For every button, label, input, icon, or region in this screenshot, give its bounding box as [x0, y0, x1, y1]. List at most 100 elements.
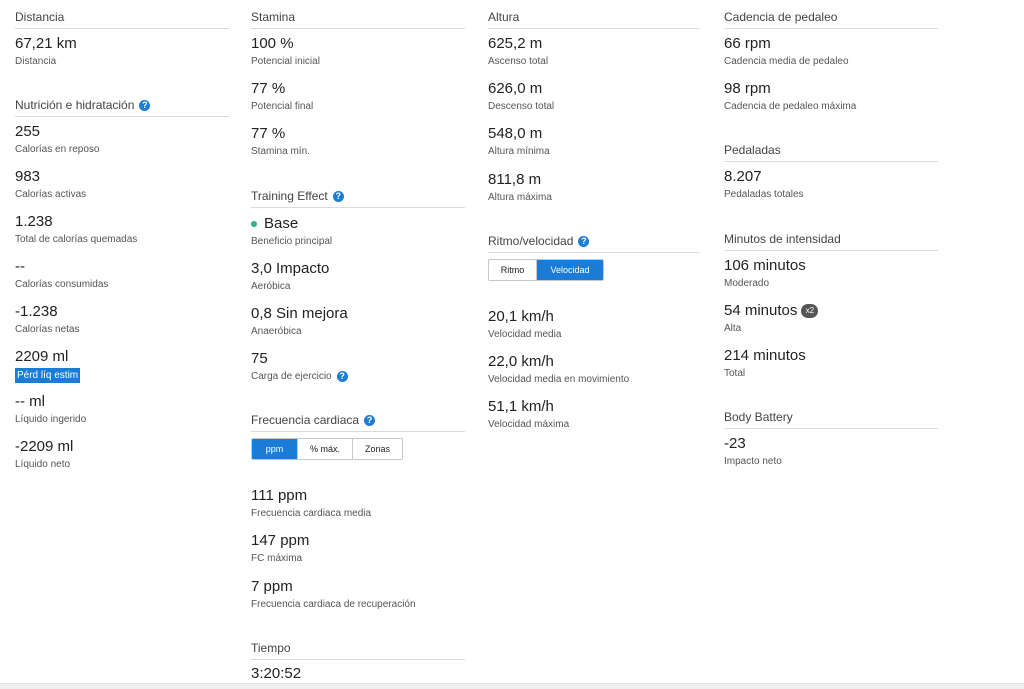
stat-calorias-netas: -1.238 Calorías netas — [15, 303, 79, 336]
section-header-altura: Altura — [488, 10, 700, 29]
stat-calorias-total: 1.238 Total de calorías quemadas — [15, 213, 137, 246]
stat-label: FC máxima — [251, 553, 303, 564]
stat-value: 111 ppm — [251, 487, 308, 504]
stat-aerobica: 3,0 Impacto Aeróbica — [251, 260, 329, 293]
stat-value: 8.207 — [724, 168, 762, 185]
base-dot-icon — [251, 221, 257, 227]
section-title: Stamina — [251, 10, 296, 24]
stat-value: -- — [15, 258, 25, 275]
section-title: Nutrición e hidratación — [15, 98, 135, 112]
tab-ritmo[interactable]: Ritmo — [489, 260, 537, 280]
stat-value: 548,0 m — [488, 125, 543, 142]
help-icon[interactable]: ? — [336, 371, 348, 382]
tab-ppm[interactable]: ppm — [252, 439, 298, 459]
cadencia-section: Cadencia de pedaleo — [724, 10, 938, 29]
altura-section: Altura — [488, 10, 700, 29]
stat-altura-maxima: 811,8 m Altura máxima — [488, 171, 552, 204]
help-icon[interactable]: ? — [332, 191, 344, 202]
stat-impacto-neto: -23 Impacto neto — [724, 435, 782, 468]
help-icon[interactable]: ? — [578, 236, 590, 247]
x2-badge: x2 — [801, 304, 819, 318]
stat-stamina-min: 77 % Stamina mín. — [251, 125, 310, 158]
stamina-section: Stamina — [251, 10, 465, 29]
stat-value: 98 rpm — [724, 80, 771, 97]
stat-label: Potencial inicial — [251, 56, 320, 67]
fc-unit-toggle: ppm % máx. Zonas — [251, 438, 403, 460]
section-title: Body Battery — [724, 410, 793, 424]
help-icon[interactable]: ? — [364, 415, 376, 426]
stat-label-selected: Pérd líq estim — [15, 368, 81, 383]
section-title: Tiempo — [251, 641, 291, 655]
stat-value: 1.238 — [15, 213, 53, 230]
stat-value: 75 — [251, 350, 268, 367]
stat-value: 3:20:52 — [251, 665, 302, 682]
bottom-scroll-edge — [0, 683, 1024, 689]
stat-label: Frecuencia cardiaca media — [251, 508, 372, 519]
stat-tiempo: 3:20:52 — [251, 665, 301, 683]
stat-fc-media: 111 ppm Frecuencia cardiaca media — [251, 487, 371, 520]
tab-velocidad[interactable]: Velocidad — [537, 260, 603, 280]
nutricion-section: Nutrición e hidratación ? — [15, 98, 229, 117]
stat-label: Velocidad media en movimiento — [488, 374, 630, 385]
stat-label: Calorías en reposo — [15, 144, 100, 155]
tab-porcentaje-max[interactable]: % máx. — [298, 439, 353, 459]
section-title: Training Effect — [251, 189, 328, 203]
stat-value: 147 ppm — [251, 532, 310, 549]
stat-minutos-alta: 54 minutos x2 Alta — [724, 302, 819, 335]
stat-value: -- ml — [15, 393, 45, 410]
stat-label: Anaeróbica — [251, 326, 302, 337]
stat-label: Líquido ingerido — [15, 414, 87, 425]
section-header-body-battery: Body Battery — [724, 410, 938, 429]
stat-value: Base — [264, 215, 299, 232]
stat-label: Stamina mín. — [251, 146, 310, 157]
pedaladas-section: Pedaladas — [724, 143, 938, 162]
stat-cadencia-media: 66 rpm Cadencia media de pedaleo — [724, 35, 849, 68]
stat-value: 2209 ml — [15, 348, 69, 365]
stat-label: Calorías consumidas — [15, 279, 109, 290]
help-icon[interactable]: ? — [139, 100, 151, 111]
stat-fc-maxima: 147 ppm FC máxima — [251, 532, 309, 565]
tiempo-section: Tiempo — [251, 641, 465, 660]
stat-value: -23 — [724, 435, 746, 452]
stat-label: Altura máxima — [488, 192, 552, 203]
tab-zonas[interactable]: Zonas — [353, 439, 402, 459]
stat-beneficio-principal: Base Beneficio principal — [251, 215, 332, 248]
stat-label: Beneficio principal — [251, 236, 333, 247]
stat-label: Carga de ejercicio — [251, 371, 332, 382]
stat-value: 66 rpm — [724, 35, 771, 52]
stat-label: Potencial final — [251, 101, 314, 112]
stat-calorias-activas: 983 Calorías activas — [15, 168, 86, 201]
section-header-minutos: Minutos de intensidad — [724, 232, 938, 251]
section-header-stamina: Stamina — [251, 10, 465, 29]
stat-value: 77 % — [251, 125, 286, 142]
ritmo-velocidad-section: Ritmo/velocidad ? — [488, 234, 700, 253]
stat-label: Frecuencia cardiaca de recuperación — [251, 599, 416, 610]
section-header-tiempo: Tiempo — [251, 641, 465, 660]
stat-value: 3,0 Impacto — [251, 260, 330, 277]
stat-label: Pedaladas totales — [724, 189, 804, 200]
stat-altura-minima: 548,0 m Altura mínima — [488, 125, 550, 158]
section-title: Cadencia de pedaleo — [724, 10, 838, 24]
stat-label: Total de calorías quemadas — [15, 234, 138, 245]
minutos-intensidad-section: Minutos de intensidad — [724, 232, 938, 251]
stat-value: 51,1 km/h — [488, 398, 554, 415]
stat-minutos-total: 214 minutos Total — [724, 347, 806, 380]
stat-value: 255 — [15, 123, 41, 140]
stat-value: 67,21 km — [15, 35, 77, 52]
stat-descenso-total: 626,0 m Descenso total — [488, 80, 554, 113]
stat-label: Moderado — [724, 278, 770, 289]
stat-value: 625,2 m — [488, 35, 543, 52]
section-title: Frecuencia cardiaca — [251, 413, 360, 427]
stat-value: 214 minutos — [724, 347, 806, 364]
section-header-nutricion: Nutrición e hidratación ? — [15, 98, 229, 117]
stat-value: -1.238 — [15, 303, 58, 320]
section-header-frecuencia: Frecuencia cardiaca ? — [251, 413, 465, 432]
section-header-training: Training Effect ? — [251, 189, 465, 208]
section-title: Pedaladas — [724, 143, 781, 157]
stat-label: Velocidad media — [488, 329, 562, 340]
distancia-section: Distancia — [15, 10, 229, 29]
stat-value: 626,0 m — [488, 80, 543, 97]
stat-label: Líquido neto — [15, 459, 71, 470]
section-title: Ritmo/velocidad — [488, 234, 574, 248]
stat-perdida-liquido: 2209 ml Pérd líq estim — [15, 348, 81, 383]
